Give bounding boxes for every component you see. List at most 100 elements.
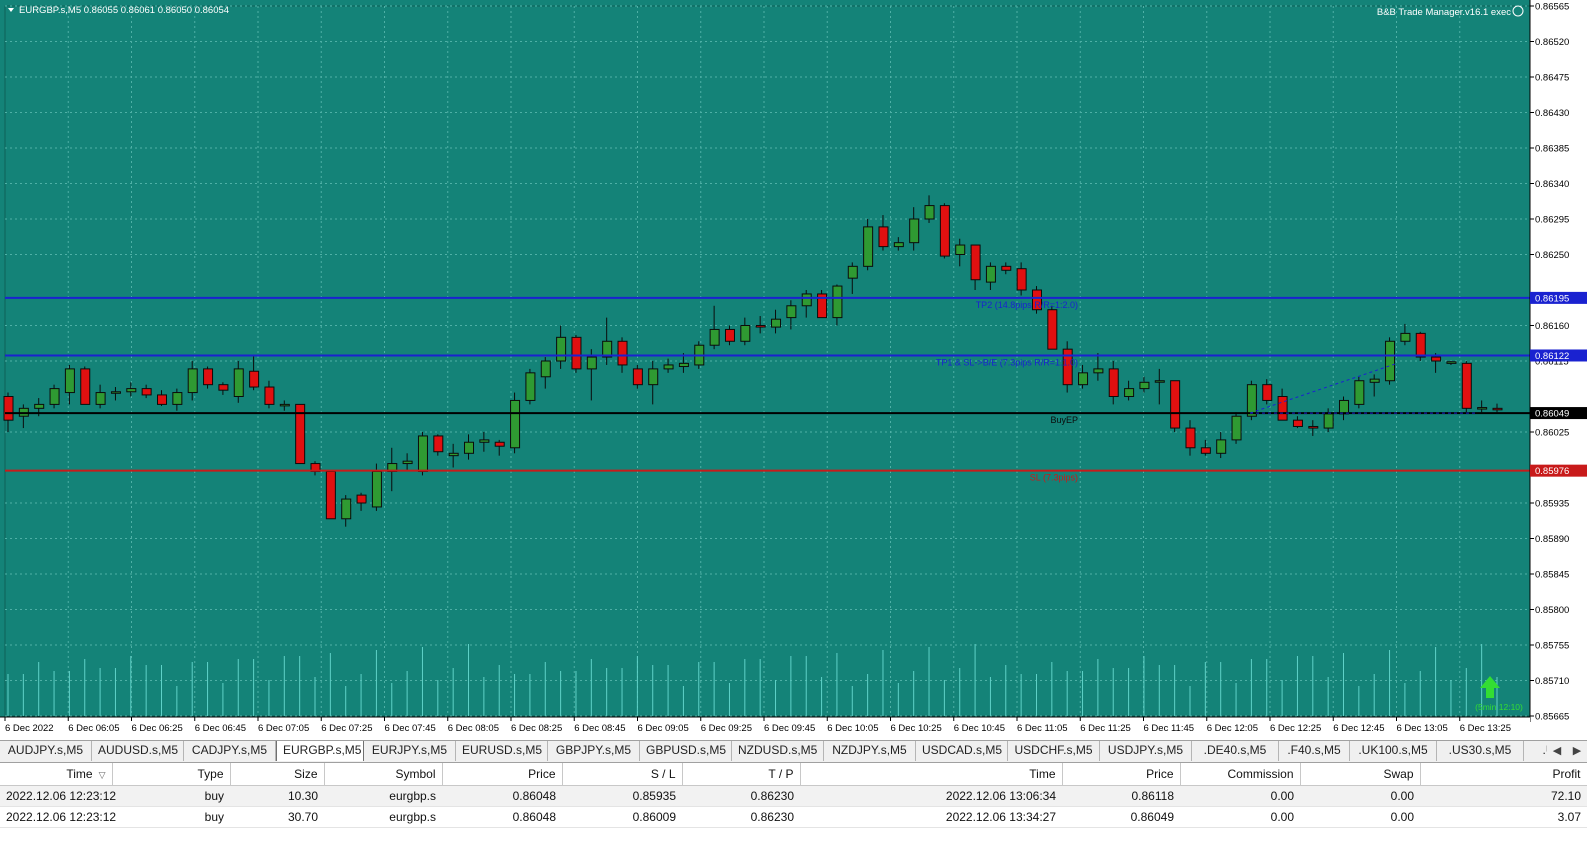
symbol-info-text: EURGBP.s,M5 0.86055 0.86061 0.86050 0.86… (19, 5, 229, 16)
column-header-tp[interactable]: T / P (682, 763, 801, 786)
column-header-size[interactable]: Size (230, 763, 325, 786)
candle-body (724, 328, 735, 342)
symbol-tab[interactable]: USDCHF.s,M5 (1008, 741, 1100, 761)
table-row[interactable]: 2022.12.06 12:23:12 buy 30.70 eurgbp.s 0… (0, 806, 1587, 828)
column-header-type[interactable]: Type (112, 763, 231, 786)
price-axis-label: 0.86475 (1535, 73, 1569, 84)
cell-sl: 0.85935 (562, 785, 682, 807)
symbol-tab[interactable]: AUDUSD.s,M5 (92, 741, 184, 761)
cell-open-price: 0.86048 (442, 806, 562, 828)
cell-type: buy (112, 785, 230, 807)
symbol-tab[interactable]: .UK100.s,M5 (1350, 741, 1437, 761)
candle-body (1108, 368, 1119, 397)
cell-profit: 72.10 (1420, 785, 1587, 807)
price-axis-label: 0.86295 (1535, 215, 1569, 226)
candle-body (172, 392, 183, 405)
triangle-left-icon[interactable]: ◀ (1547, 741, 1567, 761)
time-axis-label: 6 Dec 12:25 (1270, 723, 1321, 734)
column-header-swap[interactable]: Swap (1300, 763, 1421, 786)
cell-tp: 0.86230 (682, 806, 800, 828)
symbol-tab[interactable]: CADJPY.s,M5 (184, 741, 276, 761)
candle-body (1338, 399, 1349, 415)
level-label-sl: SL (7.3pips) (1030, 473, 1078, 483)
level-label-tp1: TP1 & SL->B/E (7.3pips R/R=1:1.0) (936, 357, 1078, 367)
candle-body (1292, 419, 1303, 427)
candle-body (1078, 372, 1089, 386)
cell-size: 10.30 (230, 785, 324, 807)
symbol-tab[interactable]: EURJPY.s,M5 (364, 741, 456, 761)
column-header-profit[interactable]: Profit (1420, 763, 1587, 786)
time-axis-label: 6 Dec 07:25 (321, 723, 372, 734)
cell-commission: 0.00 (1180, 785, 1300, 807)
candle-body (832, 285, 843, 319)
symbol-tab[interactable]: NZDJPY.s,M5 (824, 741, 916, 761)
price-axis-label: 0.86250 (1535, 250, 1569, 261)
symbol-tab[interactable]: .US30.s,M5 (1437, 741, 1524, 761)
candle-body (955, 244, 966, 256)
candle-body (771, 318, 782, 328)
time-axis-label: 6 Dec 08:45 (574, 723, 625, 734)
symbol-tab[interactable]: .F40.s,M5 (1279, 741, 1350, 761)
price-axis-label: 0.86520 (1535, 37, 1569, 48)
candle-body (402, 460, 413, 465)
column-header-symbol[interactable]: Symbol (324, 763, 443, 786)
symbol-tab[interactable]: GBPJPY.s,M5 (548, 741, 640, 761)
symbol-tab[interactable]: .DE40.s,M5 (1192, 741, 1279, 761)
candle-body (1001, 265, 1012, 271)
symbol-tab[interactable]: EURUSD.s,M5 (456, 741, 548, 761)
price-axis-label: 0.85710 (1535, 676, 1569, 687)
column-header-sl[interactable]: S / L (562, 763, 683, 786)
candle-body (464, 441, 475, 454)
candle-body (80, 368, 91, 405)
time-axis-label: 6 Dec 13:25 (1460, 723, 1511, 734)
candle-body (1200, 447, 1211, 454)
symbol-tab[interactable]: USDCAD.s,M5 (916, 741, 1008, 761)
candle-body (1400, 332, 1411, 342)
candle-body (218, 384, 229, 391)
candle-body (1354, 380, 1365, 405)
candle-body (249, 370, 260, 388)
column-header-commission[interactable]: Commission (1180, 763, 1301, 786)
time-axis-label: 6 Dec 12:05 (1207, 723, 1258, 734)
symbol-tab[interactable]: EURGBP.s,M5 (276, 741, 364, 761)
symbol-tab[interactable]: NZDUSD.s,M5 (732, 741, 824, 761)
symbol-tab[interactable]: USDJPY.s,M5 (1100, 741, 1192, 761)
candle-body (755, 325, 766, 328)
candle-body (1047, 309, 1058, 350)
cell-size: 30.70 (230, 806, 324, 828)
price-axis-label: 0.86430 (1535, 108, 1569, 119)
price-axis-label: 0.85755 (1535, 641, 1569, 652)
candle-body (1093, 368, 1104, 374)
column-header-close-price[interactable]: Price (1062, 763, 1181, 786)
candle-body (233, 368, 244, 397)
candle-body (479, 439, 490, 443)
price-axis-label: 0.85800 (1535, 605, 1569, 616)
candle-body (126, 388, 137, 393)
ea-name-label: B&B Trade Manager.v16.1 exec (1377, 7, 1511, 18)
candle-body (1139, 381, 1150, 390)
candle-body (1461, 362, 1472, 409)
candle-body (1124, 388, 1135, 398)
symbol-tab[interactable]: GBPUSD.s,M5 (640, 741, 732, 761)
cell-profit: 3.07 (1420, 806, 1587, 828)
chart-area[interactable]: TP2 (14.8pips R/R=1:2.0) TP1 & SL->B/E (7… (0, 0, 1587, 740)
candle-body (494, 441, 505, 447)
candlestick-chart[interactable]: TP2 (14.8pips R/R=1:2.0) TP1 & SL->B/E (7… (0, 0, 1587, 740)
time-axis-label: 6 Dec 13:05 (1397, 723, 1448, 734)
time-axis-label: 6 Dec 09:45 (764, 723, 815, 734)
cell-open-price: 0.86048 (442, 785, 562, 807)
triangle-right-icon[interactable]: ▶ (1567, 741, 1587, 761)
column-header-close-time[interactable]: Time (800, 763, 1063, 786)
trade-history-table: Time ▽ Type Size Symbol Price S / L T / P… (0, 763, 1587, 828)
candle-body (909, 218, 920, 244)
table-row[interactable]: 2022.12.06 12:23:12 buy 10.30 eurgbp.s 0… (0, 785, 1587, 807)
symbol-tab[interactable]: AUDJPY.s,M5 (0, 741, 92, 761)
column-header-open-price[interactable]: Price (442, 763, 563, 786)
cell-sl: 0.86009 (562, 806, 682, 828)
column-header-open-time[interactable]: Time ▽ (0, 763, 113, 786)
candle-body (1492, 407, 1503, 411)
candle-body (632, 368, 643, 386)
candle-body (1308, 425, 1319, 429)
candle-body (939, 205, 950, 257)
cell-open-time: 2022.12.06 12:23:12 (0, 806, 116, 828)
